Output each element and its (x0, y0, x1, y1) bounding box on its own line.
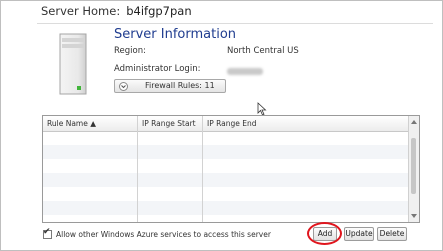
mouse-cursor-icon (257, 102, 267, 116)
column-header-rule-name[interactable]: Rule Name ▲ (47, 119, 96, 128)
server-tower-icon (59, 33, 87, 95)
scroll-down-icon[interactable] (411, 214, 417, 218)
column-divider (137, 116, 138, 222)
table-row[interactable] (43, 145, 409, 159)
firewall-rules-grid: Rule Name ▲ IP Range Start IP Range End (42, 115, 420, 223)
scroll-up-icon[interactable] (411, 120, 417, 124)
grid-scrollbar[interactable] (408, 116, 419, 222)
region-label: Region: (114, 46, 146, 56)
checkmark-icon: ✔ (43, 227, 51, 237)
allow-azure-services-checkbox[interactable]: ✔ (43, 227, 52, 239)
table-row[interactable] (43, 201, 409, 215)
server-home-header: Server Home: b4ifgp7pan (41, 4, 192, 18)
table-row[interactable] (43, 131, 409, 145)
table-row[interactable] (43, 187, 409, 201)
scroll-thumb[interactable] (411, 138, 416, 194)
update-button[interactable]: Update (344, 227, 374, 241)
admin-login-value-redacted (227, 68, 263, 75)
firewall-rules-label: Firewall Rules: 11 (145, 81, 215, 90)
sql-server-page: Server Home: b4ifgp7pan Server Informatio… (0, 0, 443, 251)
admin-login-label: Administrator Login: (114, 64, 201, 74)
column-divider (202, 116, 203, 222)
server-home-label: Server Home: (41, 4, 121, 18)
table-row[interactable] (43, 159, 409, 173)
server-name: b4ifgp7pan (126, 4, 192, 18)
region-value: North Central US (227, 46, 299, 56)
column-header-ip-range-start[interactable]: IP Range Start (142, 119, 196, 128)
allow-azure-services-label: Allow other Windows Azure services to ac… (56, 230, 271, 239)
table-row[interactable] (43, 173, 409, 187)
header-divider (37, 23, 433, 24)
grid-header: Rule Name ▲ IP Range Start IP Range End (43, 116, 409, 132)
delete-button[interactable]: Delete (377, 227, 407, 241)
firewall-rules-button[interactable]: Firewall Rules: 11 (114, 79, 226, 93)
server-info-title: Server Information (114, 27, 237, 42)
column-header-ip-range-end[interactable]: IP Range End (207, 119, 257, 128)
chevron-down-icon (119, 81, 128, 91)
add-button-highlight-circle (307, 222, 342, 245)
